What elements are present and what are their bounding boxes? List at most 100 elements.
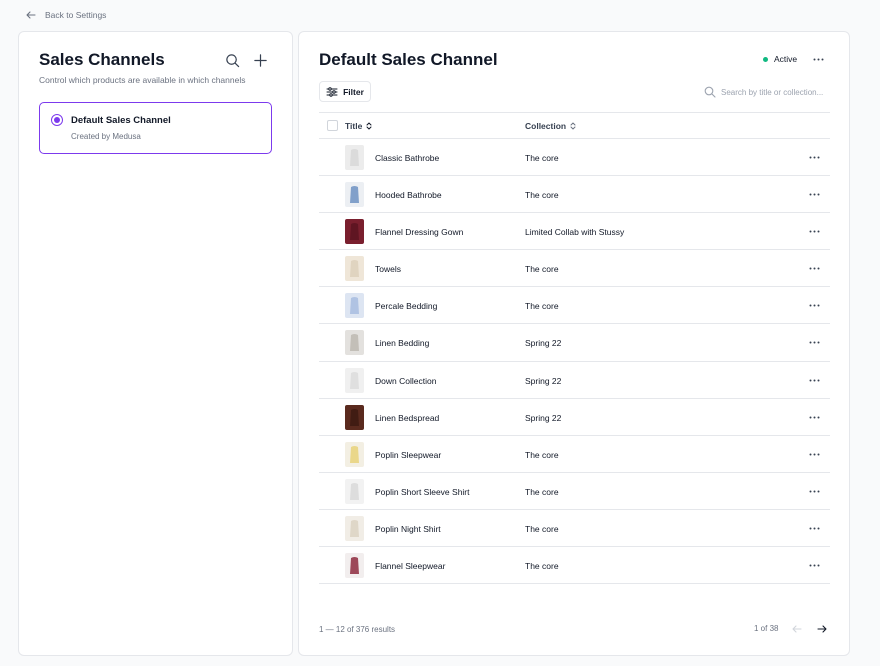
row-actions-button[interactable] — [808, 374, 821, 389]
column-header-collection[interactable]: Collection — [525, 121, 577, 131]
product-collection: The core — [525, 449, 559, 460]
product-thumbnail — [345, 256, 364, 282]
product-collection: The core — [525, 190, 559, 201]
more-horizontal-icon — [809, 230, 820, 233]
back-link-label: Back to Settings — [45, 10, 107, 20]
row-actions-button[interactable] — [808, 262, 821, 277]
product-title: Poplin Sleepwear — [375, 449, 442, 460]
table-row[interactable]: Linen Bedspread Spring 22 — [319, 399, 830, 436]
table-row[interactable]: Hooded Bathrobe The core — [319, 176, 830, 214]
product-collection: Spring 22 — [525, 412, 562, 423]
sales-channels-panel: Sales Channels Control which products ar… — [18, 31, 293, 656]
product-image-icon — [345, 330, 364, 356]
more-horizontal-icon — [809, 379, 820, 382]
row-actions-button[interactable] — [808, 411, 821, 426]
product-title: Hooded Bathrobe — [375, 190, 442, 201]
table-row[interactable]: Towels The core — [319, 250, 830, 288]
product-collection: The core — [525, 153, 559, 163]
product-image-icon — [345, 293, 364, 319]
product-thumbnail — [345, 145, 364, 170]
product-title: Poplin Short Sleeve Shirt — [375, 486, 470, 497]
product-thumbnail — [345, 367, 364, 393]
column-collection-label: Collection — [525, 121, 567, 131]
product-image-icon — [345, 182, 364, 208]
row-actions-button[interactable] — [808, 336, 821, 351]
product-title: Linen Bedspread — [375, 412, 440, 423]
row-actions-button[interactable] — [808, 188, 821, 203]
table-row[interactable]: Flannel Dressing Gown Limited Collab with… — [319, 213, 830, 251]
table-row[interactable]: Poplin Short Sleeve Shirt The core — [319, 473, 830, 510]
product-title: Towels — [375, 264, 401, 275]
select-all-checkbox[interactable] — [327, 120, 338, 131]
column-header-title[interactable]: Title — [345, 121, 373, 131]
product-thumbnail — [345, 553, 364, 579]
product-search — [704, 83, 834, 101]
more-horizontal-icon — [809, 267, 820, 270]
product-collection: The core — [525, 301, 559, 312]
pagination: 1 of 38 — [754, 622, 828, 635]
product-collection: Spring 22 — [525, 338, 562, 349]
product-collection: The core — [525, 561, 559, 572]
row-actions-button[interactable] — [808, 522, 821, 537]
product-title: Flannel Sleepwear — [375, 561, 446, 572]
table-row[interactable]: Down Collection Spring 22 — [319, 362, 830, 399]
arrow-right-icon — [817, 624, 827, 633]
sort-icon — [570, 122, 576, 130]
page-indicator: 1 of 38 — [754, 624, 779, 633]
table-row[interactable]: Linen Bedding Spring 22 — [319, 324, 830, 362]
table-body: Classic Bathrobe The core Hooded Bathrobe T… — [319, 139, 830, 585]
table-row[interactable]: Poplin Night Shirt The core — [319, 510, 830, 548]
row-actions-button[interactable] — [808, 448, 821, 463]
table-row[interactable]: Poplin Sleepwear The core — [319, 436, 830, 473]
product-search-input[interactable] — [721, 87, 831, 97]
product-title: Linen Bedding — [375, 338, 430, 349]
status-label: Active — [774, 54, 798, 64]
product-title: Flannel Dressing Gown — [375, 227, 464, 238]
more-horizontal-icon — [809, 564, 820, 567]
previous-page-button[interactable] — [790, 622, 803, 635]
search-icon — [225, 53, 239, 67]
more-horizontal-icon — [809, 416, 820, 419]
more-horizontal-icon — [809, 193, 820, 196]
table-row[interactable]: Percale Bedding The core — [319, 287, 830, 325]
product-image-icon — [345, 145, 364, 170]
channel-detail-panel: Default Sales Channel Active Filter Titl… — [298, 31, 850, 656]
sliders-icon — [326, 86, 338, 97]
more-horizontal-icon — [809, 453, 820, 456]
product-collection: The core — [525, 264, 559, 275]
column-title-label: Title — [345, 121, 363, 131]
product-thumbnail — [345, 182, 364, 208]
channel-name: Default Sales Channel — [71, 115, 171, 126]
row-actions-button[interactable] — [808, 485, 821, 500]
row-actions-button[interactable] — [808, 299, 821, 314]
add-channel-button[interactable] — [252, 52, 268, 68]
product-thumbnail — [345, 293, 364, 319]
product-collection: The core — [525, 486, 559, 497]
product-image-icon — [345, 404, 364, 430]
channel-detail-title: Default Sales Channel — [319, 50, 498, 69]
back-to-settings-link[interactable]: Back to Settings — [25, 9, 106, 21]
results-count: 1 — 12 of 376 results — [319, 625, 396, 634]
table-row[interactable]: Classic Bathrobe The core — [319, 139, 830, 177]
channel-more-button[interactable] — [812, 53, 825, 71]
search-channels-button[interactable] — [224, 52, 240, 68]
row-actions-button[interactable] — [808, 225, 821, 240]
product-collection: Limited Collab with Stussy — [525, 227, 625, 238]
table-row[interactable]: Flannel Sleepwear The core — [319, 547, 830, 585]
filter-button[interactable]: Filter — [319, 81, 371, 102]
status-dot-icon — [763, 56, 768, 62]
product-collection: The core — [525, 523, 559, 534]
row-actions-button[interactable] — [808, 559, 821, 574]
more-horizontal-icon — [809, 490, 820, 493]
product-image-icon — [345, 219, 364, 245]
channel-radio-selected[interactable] — [51, 114, 63, 126]
product-thumbnail — [345, 478, 364, 504]
row-actions-button[interactable] — [808, 151, 821, 166]
next-page-button[interactable] — [815, 622, 828, 635]
channel-card-default[interactable]: Default Sales Channel Created by Medusa — [39, 102, 272, 154]
search-icon — [704, 86, 716, 98]
more-horizontal-icon — [809, 304, 820, 307]
more-horizontal-icon — [809, 527, 820, 530]
product-collection: Spring 22 — [525, 375, 562, 386]
product-image-icon — [345, 367, 364, 393]
